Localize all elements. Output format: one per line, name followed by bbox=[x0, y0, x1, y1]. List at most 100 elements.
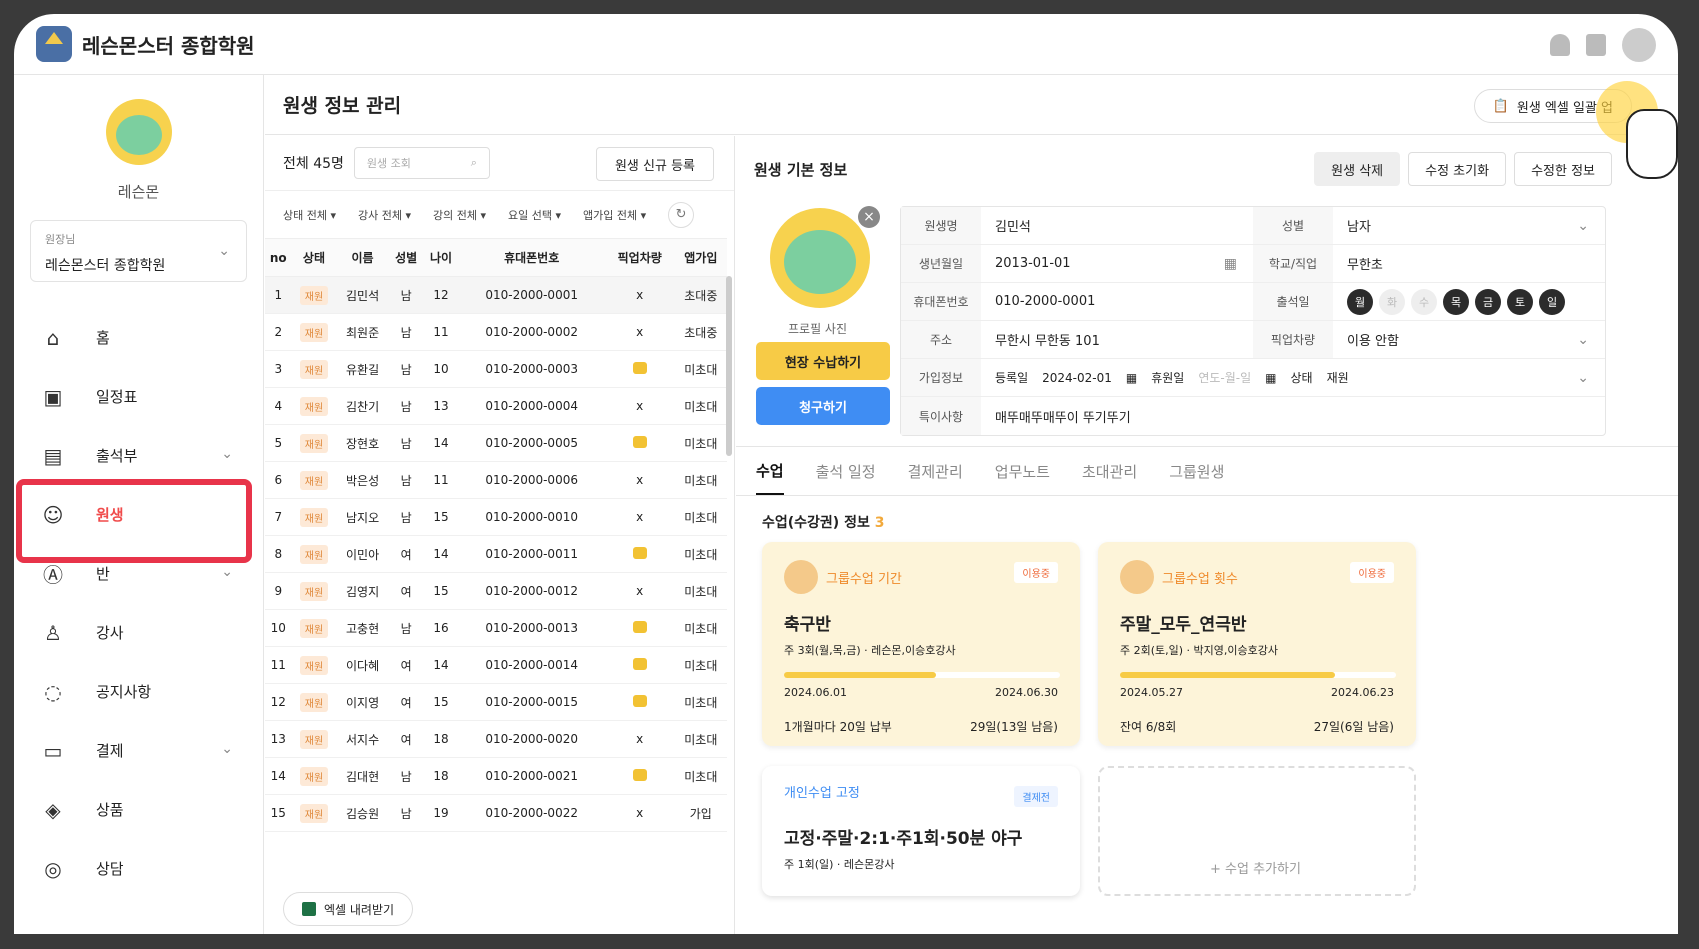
nav-notice[interactable]: ◌ 공지사항 bbox=[14, 662, 263, 721]
table-cell: 여 bbox=[388, 572, 424, 610]
table-row[interactable]: 12 재원 이지영 여 15 010-2000-0015 미초대 bbox=[265, 683, 727, 721]
card-footer-left: 1개월마다 20일 납부 bbox=[784, 720, 892, 734]
reg-date-field[interactable]: 2024-02-01 bbox=[1042, 371, 1112, 385]
table-cell: 010-2000-0004 bbox=[458, 387, 605, 425]
nav-payment[interactable]: ▭ 결제 ⌄ bbox=[14, 721, 263, 780]
course-card[interactable]: 그룹수업 기간 이용중 축구반 주 3회(월,목,금) · 레슨몬,이승호강사 2024… bbox=[762, 542, 1080, 746]
day-toggle[interactable]: 수 bbox=[1411, 288, 1437, 315]
filter-status[interactable]: 상태 전체 ▾ bbox=[283, 207, 336, 223]
day-toggle[interactable]: 금 bbox=[1475, 288, 1501, 315]
day-toggle[interactable]: 일 bbox=[1539, 288, 1565, 315]
day-toggle[interactable]: 목 bbox=[1443, 288, 1469, 315]
bell-icon[interactable] bbox=[1550, 34, 1570, 56]
table-row[interactable]: 2 재원 최원준 남 11 010-2000-0002 x 초대중 bbox=[265, 313, 727, 351]
nav-consult[interactable]: ◎ 상담 bbox=[14, 839, 263, 898]
table-row[interactable]: 3 재원 유환길 남 10 010-2000-0003 미초대 bbox=[265, 350, 727, 388]
table-row[interactable]: 1 재원 김민석 남 12 010-2000-0001 x 초대중 bbox=[265, 276, 727, 314]
user-avatar-icon[interactable] bbox=[1622, 28, 1656, 62]
calendar-icon[interactable]: ▦ bbox=[1265, 371, 1276, 385]
field-label: 원생명 bbox=[901, 207, 981, 244]
table-row[interactable]: 11 재원 이다혜 여 14 010-2000-0014 미초대 bbox=[265, 646, 727, 684]
table-row[interactable]: 7 재원 남지오 남 15 010-2000-0010 x 미초대 bbox=[265, 498, 727, 536]
tab[interactable]: 결제관리 bbox=[908, 461, 963, 482]
tab[interactable]: 업무노트 bbox=[995, 461, 1050, 482]
filter-app[interactable]: 앱가입 전체 ▾ bbox=[583, 207, 646, 223]
nav-product[interactable]: ◈ 상품 bbox=[14, 780, 263, 839]
address-field[interactable]: 무한시 무한동 101 bbox=[981, 321, 1253, 358]
delete-student-button[interactable]: 원생 삭제 bbox=[1314, 152, 1401, 186]
excel-icon bbox=[302, 902, 316, 916]
nav-home[interactable]: ⌂ 홈 bbox=[14, 308, 263, 367]
nav-label: 출석부 bbox=[96, 447, 138, 465]
day-toggle[interactable]: 토 bbox=[1507, 288, 1533, 315]
profile-photo[interactable] bbox=[770, 208, 870, 308]
tab[interactable]: 출석 일정 bbox=[816, 461, 876, 482]
refresh-icon[interactable]: ↻ bbox=[668, 201, 695, 228]
nav-teacher[interactable]: ♙ 강사 bbox=[14, 603, 263, 662]
table-cell: 미초대 bbox=[674, 424, 727, 462]
table-row[interactable]: 5 재원 장현호 남 14 010-2000-0005 미초대 bbox=[265, 424, 727, 462]
table-cell: 010-2000-0002 bbox=[458, 313, 605, 351]
attendance-days: 월화수목금토일 bbox=[1333, 283, 1605, 320]
gender-select[interactable]: 남자 ⌄ bbox=[1333, 207, 1605, 244]
card-tag: 결제전 bbox=[1014, 786, 1058, 807]
app-logo[interactable]: 레슨몬스터 종합학원 bbox=[36, 26, 255, 62]
table-row[interactable]: 6 재원 박은성 남 11 010-2000-0006 x 미초대 bbox=[265, 461, 727, 499]
birth-field[interactable]: 2013-01-01 ▦ bbox=[981, 245, 1253, 282]
onsite-payment-button[interactable]: 현장 수납하기 bbox=[756, 342, 890, 380]
nav-menu: ⌂ 홈 ▣ 일정표 ▤ 출석부 ⌄ ☺ 원생 Ⓐ 반 ⌄ ♙ 강사 ◌ 공지사항 ▭ 결제 ⌄ ◈ 상품… bbox=[14, 308, 263, 898]
document-icon[interactable] bbox=[1586, 34, 1606, 56]
card-subtitle: 주 3회(월,목,금) · 레슨몬,이승호강사 bbox=[784, 644, 956, 657]
nav-students[interactable]: ☺ 원생 bbox=[14, 479, 263, 563]
tab[interactable]: 수업 bbox=[756, 460, 784, 495]
table-row[interactable]: 15 재원 김승원 남 19 010-2000-0022 x 가입 bbox=[265, 794, 727, 832]
close-icon[interactable]: × bbox=[858, 206, 880, 228]
table-cell: 재원 bbox=[291, 572, 337, 610]
new-student-button[interactable]: 원생 신규 등록 bbox=[595, 147, 714, 181]
table-cell: 8 bbox=[265, 535, 292, 573]
filter-day[interactable]: 요일 선택 ▾ bbox=[508, 207, 561, 223]
save-edit-button[interactable]: 수정한 정보 bbox=[1514, 152, 1612, 186]
nav-schedule[interactable]: ▣ 일정표 bbox=[14, 367, 263, 426]
table-row[interactable]: 14 재원 김대현 남 18 010-2000-0021 미초대 bbox=[265, 757, 727, 795]
filter-course[interactable]: 강의 전체 ▾ bbox=[433, 207, 486, 223]
name-field[interactable]: 김민석 bbox=[981, 207, 1253, 244]
calendar-icon[interactable]: ▦ bbox=[1126, 371, 1137, 385]
class-icon: Ⓐ bbox=[43, 563, 63, 587]
table-cell: 김찬기 bbox=[336, 387, 389, 425]
day-toggle[interactable]: 월 bbox=[1347, 288, 1373, 315]
nav-attendance[interactable]: ▤ 출석부 ⌄ bbox=[14, 426, 263, 485]
filter-teacher[interactable]: 강사 전체 ▾ bbox=[358, 207, 411, 223]
table-row[interactable]: 8 재원 이민아 여 14 010-2000-0011 미초대 bbox=[265, 535, 727, 573]
branch-selector[interactable]: 원장님 레슨몬스터 종합학원 ⌄ bbox=[30, 220, 247, 282]
course-card[interactable]: 그룹수업 횟수 이용중 주말_모두_연극반 주 2회(토,일) · 박지영,이승호강사… bbox=[1098, 542, 1416, 746]
table-row[interactable]: 9 재원 김영지 여 15 010-2000-0012 x 미초대 bbox=[265, 572, 727, 610]
table-cell: 010-2000-0022 bbox=[458, 794, 605, 832]
note-field[interactable]: 매뚜매뚜매뚜이 뚜기뚜기 bbox=[981, 397, 1605, 435]
status-select[interactable]: 재원 bbox=[1327, 369, 1349, 386]
add-course-button[interactable]: + 수업 추가하기 bbox=[1098, 766, 1416, 896]
status-badge: 재원 bbox=[299, 729, 329, 749]
nav-label: 상담 bbox=[96, 860, 124, 878]
day-toggle[interactable]: 화 bbox=[1379, 288, 1405, 315]
progress-bar bbox=[1120, 672, 1396, 678]
excel-download-button[interactable]: 엑셀 내려받기 bbox=[283, 892, 414, 926]
bus-icon bbox=[632, 620, 647, 633]
table-row[interactable]: 13 재원 서지수 여 18 010-2000-0020 x 미초대 bbox=[265, 720, 727, 758]
table-row[interactable]: 10 재원 고충현 남 16 010-2000-0013 미초대 bbox=[265, 609, 727, 647]
pickup-select[interactable]: 이용 안함 ⌄ bbox=[1333, 321, 1605, 358]
tab[interactable]: 초대관리 bbox=[1082, 461, 1137, 482]
bill-button[interactable]: 청구하기 bbox=[756, 387, 890, 425]
tab[interactable]: 그룹원생 bbox=[1169, 461, 1224, 482]
phone-field[interactable]: 010-2000-0001 bbox=[981, 283, 1253, 320]
table-cell: 10 bbox=[423, 350, 459, 388]
school-field[interactable]: 무한초 bbox=[1333, 245, 1605, 282]
list-scrollbar[interactable] bbox=[726, 276, 732, 456]
leave-date-field[interactable]: 연도-월-일 bbox=[1198, 369, 1251, 386]
course-card[interactable]: 개인수업 고정 결제전 고정·주말·2:1·주1회·50분 야구 주 1회(일)… bbox=[762, 766, 1080, 896]
status-badge: 재원 bbox=[299, 396, 329, 416]
nav-class[interactable]: Ⓐ 반 ⌄ bbox=[14, 544, 263, 603]
reset-edit-button[interactable]: 수정 초기화 bbox=[1408, 152, 1507, 186]
table-row[interactable]: 4 재원 김찬기 남 13 010-2000-0004 x 미초대 bbox=[265, 387, 727, 425]
search-input[interactable]: 원생 조회 ⌕ bbox=[353, 147, 490, 179]
